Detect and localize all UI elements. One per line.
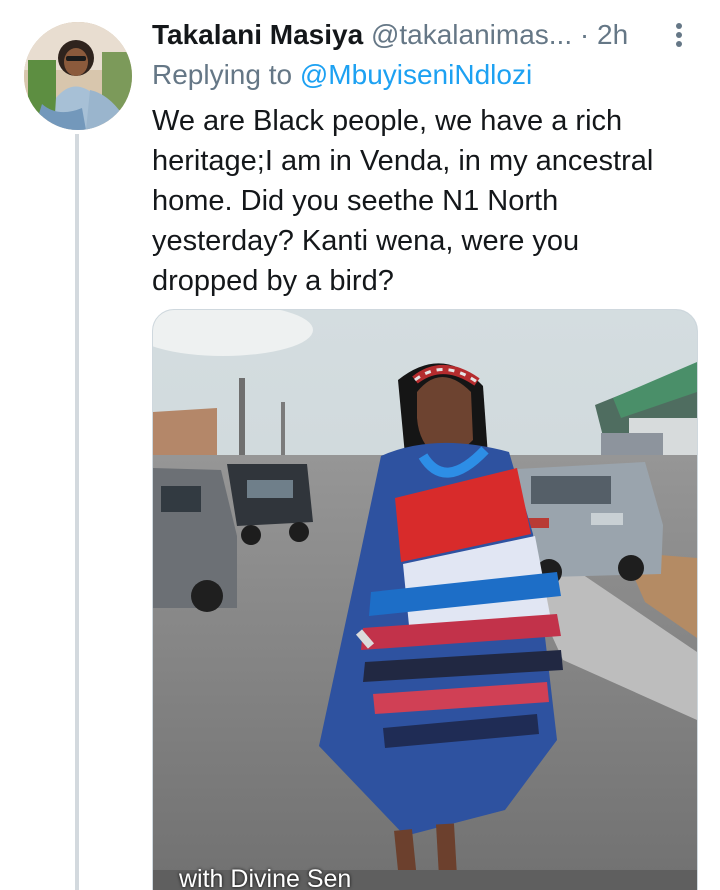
street-photo [153,310,697,890]
replying-to-line: Replying to @MbuyiseniNdlozi [152,58,532,92]
tweet-text: We are Black people, we have a rich heri… [152,101,697,301]
tweet-text-line: We are Black people, we have a rich [152,105,623,137]
tweet-text-line: heritage;I am in Venda, in my ancestral [152,145,654,177]
timestamp[interactable]: 2h [597,19,628,50]
user-handle[interactable]: @takalanimas... [371,19,572,50]
tweet[interactable]: Takalani Masiya @takalanimas... · 2h Rep… [0,0,720,890]
thread-line [75,134,79,890]
more-vertical-icon[interactable] [666,20,692,50]
avatar-image [24,22,132,130]
media-caption: with Divine Sen [179,865,352,890]
reply-mention-link[interactable]: @MbuyiseniNdlozi [300,59,532,90]
separator-dot: · [579,19,590,50]
display-name[interactable]: Takalani Masiya [152,19,363,50]
tweet-text-line: home. Did you seethe N1 North [152,185,559,217]
avatar[interactable] [24,22,132,130]
replying-prefix: Replying to [152,59,293,90]
tweet-text-line: dropped by a bird? [152,265,394,297]
tweet-photo[interactable]: with Divine Sen [152,309,698,890]
tweet-header: Takalani Masiya @takalanimas... · 2h [152,18,692,54]
tweet-text-line: yesterday? Kanti wena, were you [152,225,580,257]
